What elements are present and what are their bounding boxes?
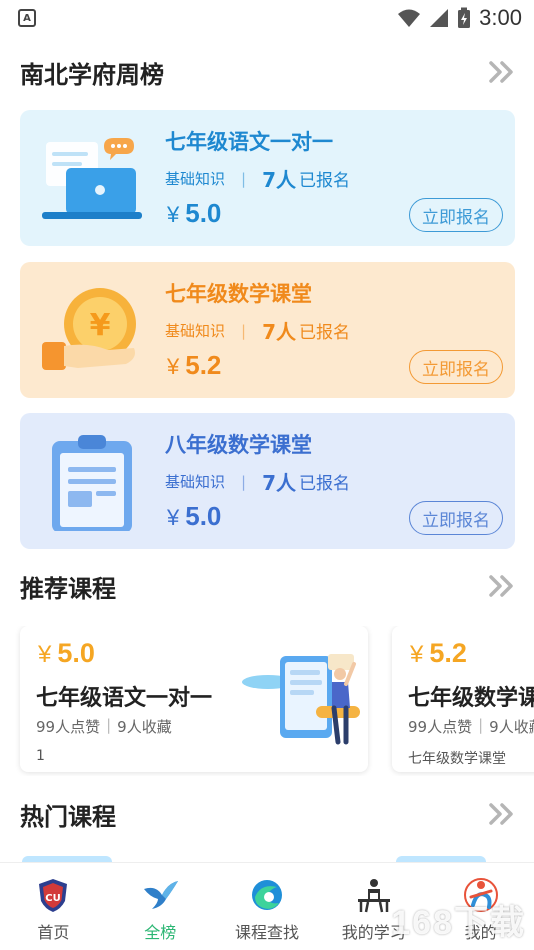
- globe-search-icon: [251, 880, 282, 910]
- sign-up-button[interactable]: 立即报名: [409, 501, 503, 535]
- double-chevron-right-icon[interactable]: [488, 574, 516, 598]
- course-tag: 基础知识: [165, 473, 226, 491]
- svg-text:CU: CU: [46, 893, 61, 904]
- course-meta: 基础知识 | 7人 已报名: [165, 316, 350, 345]
- enroll-count: 7人: [262, 320, 296, 344]
- ranking-course-card[interactable]: ¥ 七年级数学课堂基础知识 | 7人 已报名 ¥5.2 立即报名: [20, 262, 515, 398]
- course-title: 八年级数学课堂: [165, 433, 312, 457]
- battery-charging-icon: [458, 7, 471, 28]
- course-title: 七年级数学课堂: [165, 282, 312, 306]
- clock: 3:00: [479, 5, 522, 30]
- enroll-label: 已报名: [299, 323, 350, 343]
- watermark: 168下载: [391, 904, 526, 942]
- double-chevron-right-icon[interactable]: [488, 802, 516, 826]
- notification-a-icon: A: [18, 9, 36, 27]
- phone-person-illustration: [242, 654, 360, 745]
- recommended-header: 推荐课程: [0, 566, 534, 606]
- recommended-course-card[interactable]: ¥5.2 七年级数学课堂 99人点赞|9人收藏 七年级数学课堂: [392, 626, 534, 772]
- shield-home-icon: CU: [39, 879, 68, 912]
- ranking-course-card[interactable]: 八年级数学课堂基础知识 | 7人 已报名 ¥5.0 立即报名: [20, 413, 515, 549]
- course-price: ¥5.0: [167, 501, 222, 531]
- tab-home[interactable]: CU 首页: [0, 863, 107, 950]
- laptop-chat-illustration: [42, 138, 142, 219]
- recommended-course-card[interactable]: ¥5.0 七年级语文一对一 99人点赞 | 9人收藏 1: [20, 626, 368, 772]
- course-title: 七年级数学课堂: [408, 686, 534, 711]
- signal-icon: [430, 9, 449, 27]
- course-stats: 99人点赞|9人收藏: [36, 716, 172, 736]
- tab-label: 首页: [37, 923, 70, 942]
- bird-icon: [144, 881, 179, 909]
- double-chevron-right-icon[interactable]: [488, 60, 516, 84]
- status-bar: A 3:00: [0, 0, 534, 36]
- meta-separator: |: [241, 321, 247, 340]
- clipboard-illustration: [52, 435, 132, 531]
- course-price: ¥5.2: [167, 350, 222, 380]
- section-title: 推荐课程: [20, 574, 116, 603]
- enroll-label: 已报名: [299, 474, 350, 494]
- enroll-count: 7人: [262, 168, 296, 192]
- tab-label: 课程查找: [234, 923, 299, 942]
- recommended-carousel[interactable]: ¥5.0 七年级语文一对一 99人点赞|9人收藏 1 ¥5.2 七年级数学课堂 …: [0, 626, 534, 776]
- course-price: ¥5.0: [167, 198, 222, 228]
- ranking-course-card[interactable]: 七年级语文一对一基础知识 | 7人 已报名 ¥5.0 立即报名: [20, 110, 515, 246]
- bottom-tab-bar: CU 首页 全榜 课程查找 我的学习 我的 168下载: [0, 862, 534, 950]
- course-meta: 基础知识 | 7人 已报名: [165, 467, 350, 496]
- weekly-ranking-header: 南北学府周榜: [0, 52, 534, 92]
- sign-up-button[interactable]: 立即报名: [409, 350, 503, 384]
- tab-ranking[interactable]: 全榜: [107, 863, 214, 950]
- section-title: 南北学府周榜: [20, 60, 164, 89]
- tab-label: 全榜: [144, 923, 177, 942]
- course-title: 七年级语文一对一: [36, 686, 213, 711]
- course-subtitle: 1: [36, 748, 45, 764]
- svg-text:¥: ¥: [90, 308, 111, 343]
- meta-separator: |: [241, 169, 247, 188]
- course-price: ¥5.2: [410, 638, 467, 668]
- course-price: ¥5.0: [38, 638, 95, 668]
- desk-study-icon: [357, 879, 390, 913]
- course-subtitle: 七年级数学课堂: [408, 751, 506, 767]
- hot-courses-header: 热门课程: [0, 794, 534, 834]
- yuan-coin-hand-illustration: ¥: [42, 288, 136, 370]
- course-meta: 基础知识 | 7人 已报名: [165, 164, 350, 193]
- course-tag: 基础知识: [165, 322, 226, 340]
- section-title: 热门课程: [20, 802, 116, 831]
- course-title: 七年级语文一对一: [165, 130, 333, 154]
- enroll-label: 已报名: [299, 171, 350, 191]
- wifi-icon: [398, 9, 421, 27]
- sign-up-button[interactable]: 立即报名: [409, 198, 503, 232]
- course-stats: 99人点赞|9人收藏: [408, 716, 534, 736]
- meta-separator: |: [241, 472, 247, 491]
- tab-course-search[interactable]: 课程查找: [214, 863, 321, 950]
- course-tag: 基础知识: [165, 170, 226, 188]
- enroll-count: 7人: [262, 471, 296, 495]
